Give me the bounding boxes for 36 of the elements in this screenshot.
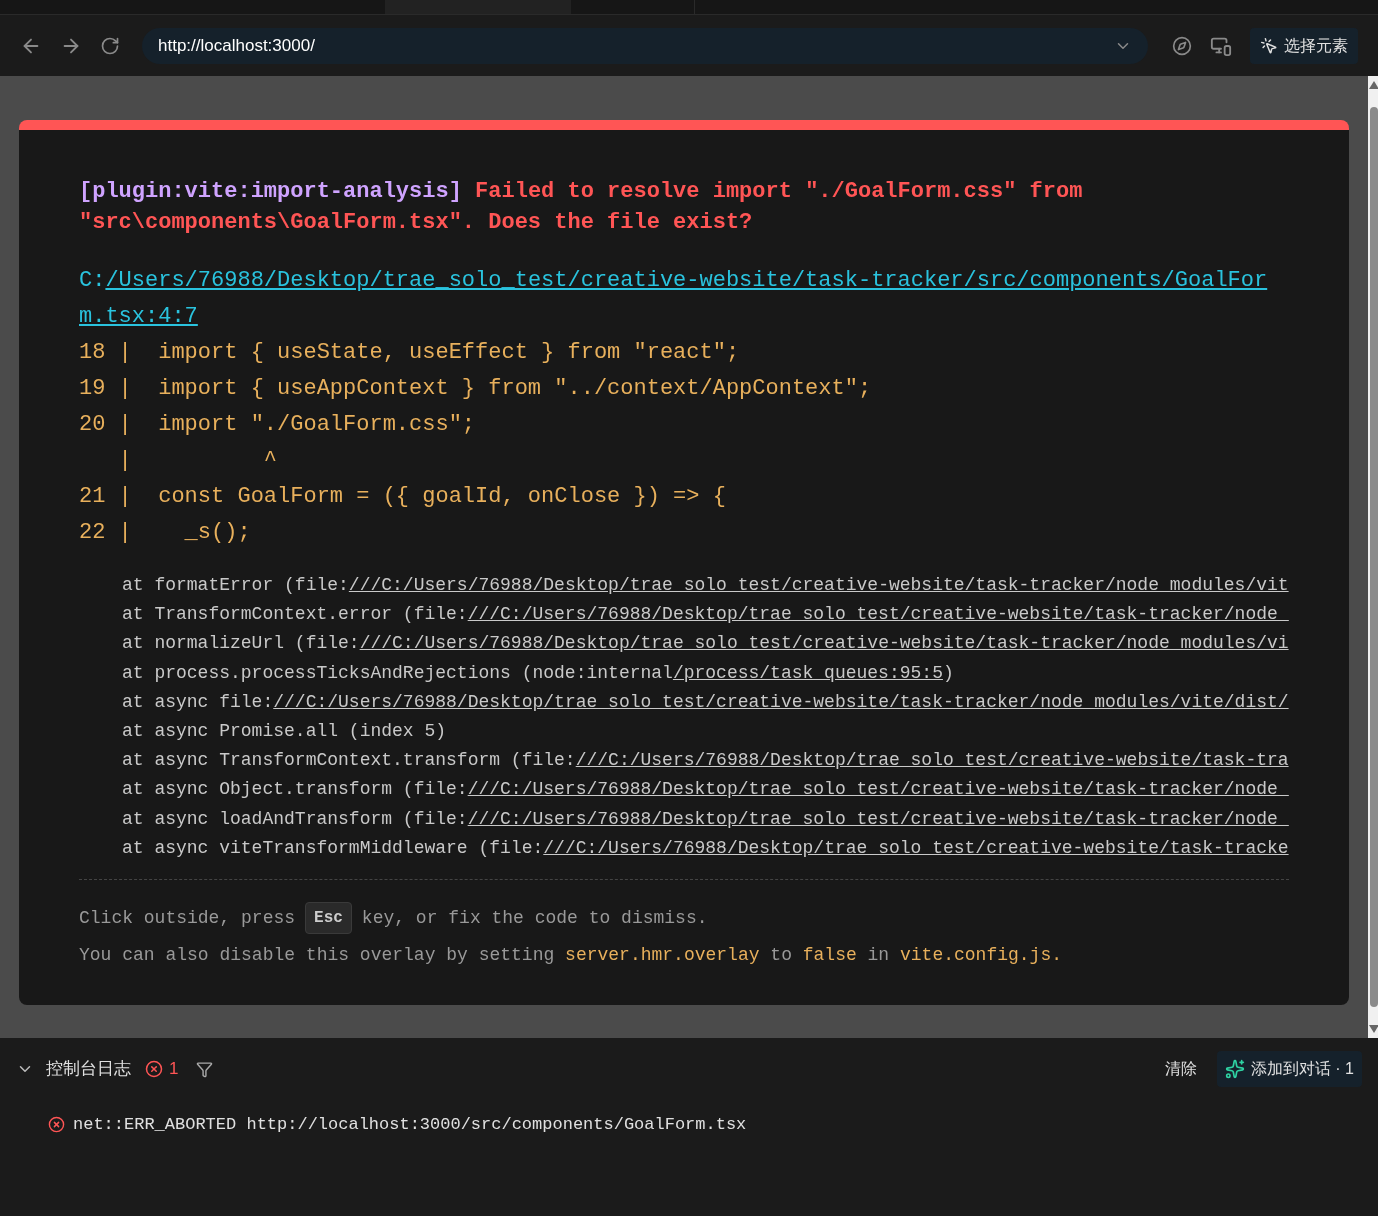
clear-button[interactable]: 清除 [1156,1053,1205,1085]
stack-trace-line: at async file:///C:/Users/76988/Desktop/trae_solo_test/creative-website/task-tracker/node_modules/vite/dist/ [122,690,1289,714]
overlay-setting-hint: You can also disable this overlay by setting server.hmr.overlay to false in vite.config.js. [79,944,1063,968]
url-text: http://localhost:3000/ [158,34,316,57]
error-message: [plugin:vite:import-analysis] Failed to resolve import "./GoalForm.css" from "src\components\GoalForm.tsx". Does the file exist? [79,178,1084,237]
console-log-entry: net::ERR_ABORTED http://localhost:3000/src/components/GoalForm.tsx [73,1114,747,1136]
filter-icon[interactable] [196,1060,214,1078]
stack-trace-line: at TransformContext.error (file:///C:/Users/76988/Desktop/trae_solo_test/creative-website/task-tracker/node_ [122,603,1289,627]
esc-key: Esc [305,902,352,935]
select-element-button[interactable]: 选择元素 [1250,27,1358,64]
stack-trace-line: at async TransformContext.transform (file:///C:/Users/76988/Desktop/trae_solo_test/creative-website/task-tra [122,749,1289,773]
scrollbar-thumb[interactable] [1369,107,1378,1007]
stack-trace-line: at formatError (file:///C:/Users/76988/Desktop/trae_solo_test/creative-website/task-tracker/node_modules/vit [122,574,1289,597]
sparkle-icon [1224,1059,1245,1079]
address-bar[interactable]: http://localhost:3000/ [142,27,1148,64]
code-frame: 18 | import { useState, useEffect } from "react"; 19 | import { useAppContext } from "../context/AppContext"; 20 | import "./GoalForm.css"; | ^ 21 | const GoalForm = ({ goalId, onClose }) => { 22 | _s(); [79,335,1289,551]
add-to-chat-button[interactable]: 添加到对话 · 1 [1216,1051,1362,1087]
stack-trace-line: at async Object.transform (file:///C:/Users/76988/Desktop/trae_solo_test/creative-website/task-tracker/node_ [122,778,1289,802]
error-count: 1 [169,1058,179,1081]
compass-icon[interactable] [1172,35,1192,56]
dismiss-hint: Click outside, press [79,906,296,930]
stack-trace-line: at process.processTicksAndRejections (node:internal/process/task_queues:95:5) [122,661,955,685]
error-icon [48,1116,65,1134]
stack-trace-line: at async Promise.all (index 5) [122,720,448,743]
dismiss-hint: key, or fix the code to dismiss. [361,906,708,930]
scrollbar[interactable] [1367,76,1378,1038]
error-icon [145,1060,163,1078]
reload-icon[interactable] [100,35,120,56]
stack-trace-line: at async loadAndTransform (file:///C:/Users/76988/Desktop/trae_solo_test/creative-website/task-tracker/node_ [122,807,1289,831]
pointer-icon [1260,36,1278,55]
scroll-down-icon[interactable] [1367,1024,1378,1034]
stack-trace-line: at async viteTransformMiddleware (file:///C:/Users/76988/Desktop/trae_solo_test/creative-website/task-tracke [122,836,1289,860]
scroll-up-icon[interactable] [1367,80,1378,90]
console-title: 控制台日志 [46,1058,131,1081]
file-path-link[interactable]: C:/Users/76988/Desktop/trae_solo_test/creative-website/task-tracker/src/components/GoalForm.tsx:4:7 [79,263,1279,335]
stack-trace-line: at normalizeUrl (file:///C:/Users/76988/Desktop/trae_solo_test/creative-website/task-tracker/node_modules/vi [122,632,1289,656]
